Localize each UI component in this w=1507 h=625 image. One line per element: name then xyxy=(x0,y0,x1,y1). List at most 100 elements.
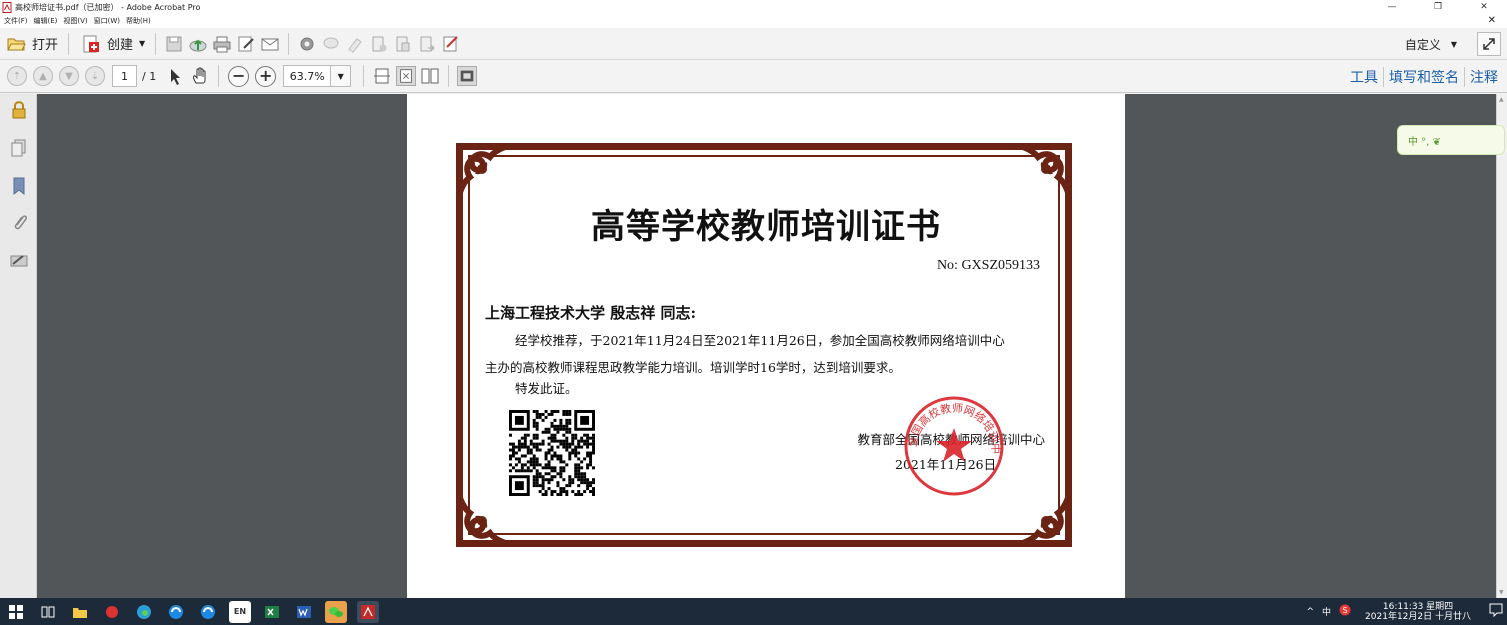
app-icon-red[interactable] xyxy=(101,601,123,623)
pdf-app-icon xyxy=(2,1,12,13)
signature-icon[interactable] xyxy=(9,250,29,270)
edit-form-icon[interactable] xyxy=(236,34,256,54)
tray-expand-icon[interactable]: ^ xyxy=(1306,607,1314,617)
menu-file[interactable]: 文件(F) xyxy=(4,16,28,26)
close-document-icon[interactable]: ✕ xyxy=(1488,15,1496,26)
open-button[interactable]: 打开 xyxy=(0,31,62,57)
sogou-input-icon[interactable]: S xyxy=(1339,604,1351,619)
pages-thumbnail-icon[interactable] xyxy=(9,138,29,158)
windows-start-icon[interactable] xyxy=(5,601,27,623)
ime-indicator[interactable]: 中 xyxy=(1322,605,1331,618)
restore-icon[interactable]: ❐ xyxy=(1415,0,1461,14)
minimize-icon[interactable]: — xyxy=(1369,0,1415,14)
two-page-view-icon[interactable] xyxy=(420,66,440,86)
chevron-down-icon: ▼ xyxy=(139,39,146,48)
svg-text:S: S xyxy=(1343,606,1348,615)
language-en-icon[interactable]: EN xyxy=(229,600,251,623)
comment-pane-link[interactable]: 注释 xyxy=(1465,67,1503,87)
toolbar-divider xyxy=(288,32,290,55)
first-page-icon[interactable]: ⇡ xyxy=(7,66,27,86)
create-button[interactable]: 创建 ▼ xyxy=(75,31,149,57)
word-icon[interactable] xyxy=(293,601,315,623)
certificate-recipient: 上海工程技术大学 殷志祥 同志: xyxy=(485,304,696,322)
document-copy-icon[interactable] xyxy=(393,34,413,54)
sign-document-icon[interactable] xyxy=(441,34,461,54)
toolbar-divider xyxy=(155,32,157,55)
save-icon[interactable] xyxy=(164,34,184,54)
hand-tool-icon[interactable] xyxy=(190,66,210,86)
task-view-icon[interactable] xyxy=(37,601,59,623)
previous-page-icon[interactable]: ▲ xyxy=(33,66,53,86)
next-page-icon[interactable]: ▼ xyxy=(59,66,79,86)
certificate-body-line2: 主办的高校教师课程思政教学能力培训。培训学时16学时，达到培训要求。 xyxy=(485,360,901,375)
customize-dropdown[interactable]: 自定义 ▼ xyxy=(1405,32,1457,56)
qr-code xyxy=(509,410,595,496)
toolbar-divider xyxy=(218,65,220,87)
close-icon[interactable]: ✕ xyxy=(1461,0,1507,14)
certificate-title: 高等学校教师培训证书 xyxy=(591,207,941,247)
cloud-upload-icon[interactable] xyxy=(188,34,208,54)
menu-edit[interactable]: 编辑(E) xyxy=(34,16,58,26)
bookmark-icon[interactable] xyxy=(9,176,29,196)
lock-icon[interactable] xyxy=(9,100,29,120)
vertical-scrollbar[interactable]: ▲ ▼ xyxy=(1496,94,1507,598)
comment-bubble-icon[interactable] xyxy=(321,34,341,54)
certificate-number: No: GXSZ059133 xyxy=(936,258,1040,273)
menu-bar: 文件(F) 编辑(E) 视图(V) 窗口(W) 帮助(H) ✕ xyxy=(0,14,1507,28)
select-cursor-icon[interactable] xyxy=(166,66,186,86)
create-pdf-icon xyxy=(81,34,101,54)
menu-help[interactable]: 帮助(H) xyxy=(126,16,151,26)
navigation-toolbar: ⇡ ▲ ▼ ⇣ 1 / 1 − + 63.7% ▼ 工具 填写和签名 注释 xyxy=(0,60,1507,93)
tools-pane-link[interactable]: 工具 xyxy=(1345,67,1383,87)
fill-sign-pane-link[interactable]: 填写和签名 xyxy=(1384,67,1464,87)
window-controls: — ❐ ✕ xyxy=(1369,0,1507,14)
certificate-body-line3: 特发此证。 xyxy=(515,381,578,396)
title-bar: 高校师培证书.pdf（已加密） - Adobe Acrobat Pro — ❐ … xyxy=(0,0,1507,14)
zoom-in-icon[interactable]: + xyxy=(255,65,277,87)
scroll-up-icon[interactable]: ▲ xyxy=(1499,96,1504,103)
edge-browser-icon[interactable] xyxy=(133,601,155,623)
ime-status-bar[interactable]: 中 °, ❦ xyxy=(1397,125,1505,155)
excel-icon[interactable] xyxy=(261,601,283,623)
folder-open-icon xyxy=(6,34,26,54)
file-explorer-icon[interactable] xyxy=(69,601,91,623)
system-clock[interactable]: 16:11:33 星期四 2021年12月2日 十月廿八 xyxy=(1361,602,1475,622)
toolbar-divider xyxy=(363,65,365,87)
menu-window[interactable]: 窗口(W) xyxy=(94,16,120,26)
main-toolbar: 打开 创建 ▼ 自定义 ▼ xyxy=(0,28,1507,60)
attachment-icon[interactable] xyxy=(9,212,29,232)
page-number-input[interactable]: 1 xyxy=(112,65,137,87)
pdf-page: 高等学校教师培训证书 No: GXSZ059133 上海工程技术大学 殷志祥 同… xyxy=(407,94,1125,598)
zoom-level-input[interactable]: 63.7% xyxy=(283,65,332,87)
document-viewport[interactable]: 高等学校教师培训证书 No: GXSZ059133 上海工程技术大学 殷志祥 同… xyxy=(37,94,1496,598)
browser-icon-2[interactable] xyxy=(197,601,219,623)
read-mode-icon[interactable] xyxy=(457,66,478,86)
fit-page-icon[interactable] xyxy=(396,66,417,86)
toolbar-divider xyxy=(68,32,70,55)
expand-arrows-icon xyxy=(1483,38,1495,50)
document-remove-icon[interactable] xyxy=(369,34,389,54)
menu-view[interactable]: 视图(V) xyxy=(63,16,87,26)
last-page-icon[interactable]: ⇣ xyxy=(85,66,105,86)
chevron-down-icon[interactable]: ▼ xyxy=(331,65,352,87)
acrobat-icon[interactable] xyxy=(357,600,379,623)
navigation-pane xyxy=(0,94,37,598)
fit-width-icon[interactable] xyxy=(372,66,392,86)
browser-icon[interactable] xyxy=(165,601,187,623)
certificate-body-line1: 经学校推荐，于2021年11月24日至2021年11月26日，参加全国高校教师网… xyxy=(515,333,1005,348)
print-icon[interactable] xyxy=(212,34,232,54)
zoom-out-icon[interactable]: − xyxy=(228,65,250,87)
notification-icon[interactable] xyxy=(1489,603,1503,620)
wechat-icon[interactable] xyxy=(325,600,347,623)
settings-gear-icon[interactable] xyxy=(297,34,317,54)
page-total: / 1 xyxy=(142,69,157,83)
task-pane-links: 工具 填写和签名 注释 xyxy=(1345,60,1503,93)
scroll-down-icon[interactable]: ▼ xyxy=(1499,589,1504,596)
official-seal-stamp: 全国高校教师网络培训中心 xyxy=(902,394,1004,496)
document-export-icon[interactable] xyxy=(417,34,437,54)
fullscreen-expand-button[interactable] xyxy=(1477,32,1501,56)
email-icon[interactable] xyxy=(260,34,280,54)
toolbar-divider xyxy=(448,65,450,87)
highlight-icon[interactable] xyxy=(345,34,365,54)
system-tray: ^ 中 S 16:11:33 星期四 2021年12月2日 十月廿八 xyxy=(1302,598,1507,625)
